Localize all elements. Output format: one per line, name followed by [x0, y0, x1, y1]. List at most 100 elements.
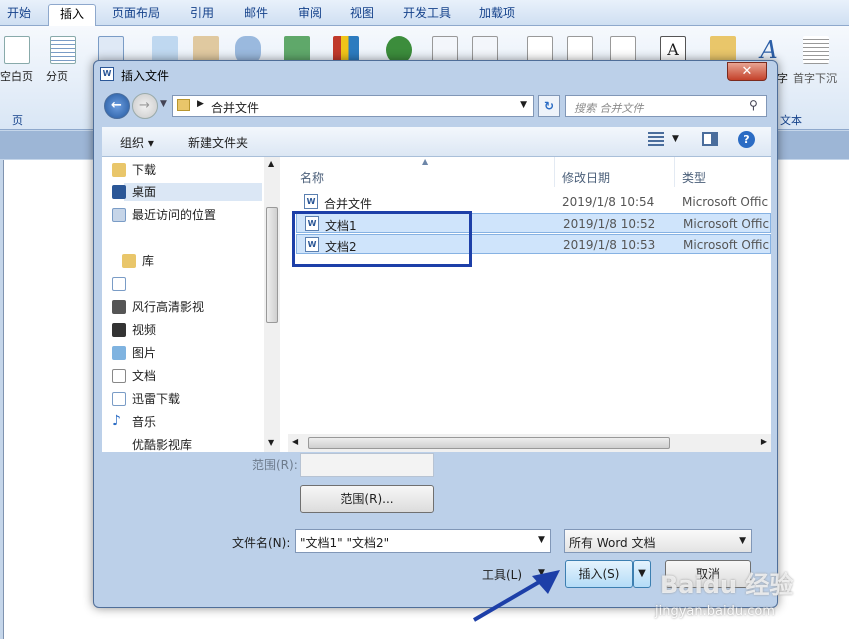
help-icon[interactable]: ? — [738, 131, 755, 148]
nav-item-recent[interactable]: 最近访问的位置 — [112, 206, 217, 224]
navigation-pane: 下载 桌面 最近访问的位置 库 风行高清影视 视频 图片 文档 迅雷下载 ♪ 音乐… — [102, 157, 280, 452]
nav-label: 风行高清影视 — [132, 300, 205, 314]
scroll-right-icon[interactable]: ▶ — [761, 437, 767, 446]
nav-item-fengxing[interactable]: 风行高清影视 — [112, 298, 205, 316]
nav-label: 库 — [142, 254, 155, 268]
range-button[interactable]: 范围(R)... — [300, 485, 434, 513]
column-header-type[interactable]: 类型 — [682, 169, 706, 186]
file-date: 2019/1/8 10:52 — [563, 217, 656, 231]
nav-item-videos[interactable]: 视频 — [112, 321, 157, 339]
search-icon: ⚲ — [749, 98, 758, 112]
chevron-down-icon: ▼ — [638, 568, 646, 579]
new-folder-button[interactable]: 新建文件夹 — [188, 134, 248, 151]
folder-icon — [177, 99, 190, 111]
nav-item-desktop[interactable]: 桌面 — [112, 183, 262, 201]
organize-button[interactable]: 组织 ▾ — [120, 134, 154, 151]
tab-view[interactable]: 视图 — [340, 4, 384, 26]
breadcrumb-chevron-icon[interactable]: ▶ — [197, 99, 204, 109]
filetype-select[interactable]: 所有 Word 文档 ▼ — [564, 529, 752, 553]
file-date: 2019/1/8 10:53 — [563, 238, 656, 252]
pointer-arrow-icon — [472, 570, 560, 622]
refresh-button[interactable]: ↻ — [538, 95, 560, 117]
dialog-toolbar: 组织 ▾ 新建文件夹 ▼ ? — [102, 127, 771, 157]
wordart-label[interactable]: 字 — [777, 70, 788, 86]
nav-label: 视频 — [132, 323, 157, 337]
tab-addins[interactable]: 加载项 — [470, 4, 524, 26]
column-header-date[interactable]: 修改日期 — [562, 169, 610, 186]
nav-item-downloads[interactable]: 下载 — [112, 161, 156, 179]
library-icon — [122, 254, 136, 268]
file-row[interactable]: W 合并文件 2019/1/8 10:54 Microsoft Offic — [296, 192, 771, 212]
nav-item-documents[interactable]: 文档 — [112, 367, 157, 385]
filetype-dropdown-icon: ▼ — [739, 536, 746, 546]
word-document-icon: W — [304, 194, 318, 209]
scroll-down-icon[interactable]: ▼ — [268, 438, 274, 447]
dropcap-icon[interactable] — [803, 36, 829, 64]
filename-input[interactable]: "文档1" "文档2" — [295, 529, 551, 553]
view-options-icon[interactable] — [648, 132, 664, 146]
breadcrumb-current[interactable]: 合并文件 — [211, 99, 259, 116]
ribbon-tab-bar: 开始 插入 页面布局 引用 邮件 审阅 视图 开发工具 加载项 — [0, 0, 849, 26]
dialog-title: 插入文件 — [121, 69, 170, 83]
arrow-right-icon: → — [139, 98, 150, 113]
insert-file-dialog: W 插入文件 ✕ ← → ▼ ▶ 合并文件 ▼ ↻ 搜索 合并文件 ⚲ 组织 ▾… — [93, 60, 778, 608]
group-text-label: 文本 — [780, 114, 802, 127]
tab-references[interactable]: 引用 — [180, 4, 224, 26]
close-button[interactable]: ✕ — [727, 62, 767, 81]
nav-label: 桌面 — [132, 185, 157, 199]
filename-dropdown-icon[interactable]: ▼ — [538, 535, 545, 545]
picture-icon — [112, 346, 126, 360]
forward-button[interactable]: → — [132, 93, 158, 119]
nav-scroll-thumb[interactable] — [266, 207, 278, 323]
filetype-value: 所有 Word 文档 — [569, 536, 656, 550]
tab-page-layout[interactable]: 页面布局 — [103, 4, 169, 26]
column-header-name[interactable]: 名称 — [300, 169, 324, 186]
watermark-brand: Baidu 经验 — [660, 571, 794, 599]
file-type: Microsoft Offic — [683, 238, 770, 252]
insert-button[interactable]: 插入(S) — [565, 560, 633, 588]
range-label: 范围(R): — [252, 458, 298, 472]
arrow-left-icon: ← — [111, 98, 122, 113]
address-bar[interactable]: ▶ 合并文件 ▼ — [172, 95, 534, 117]
insert-options-dropdown[interactable]: ▼ — [633, 560, 651, 588]
nav-item-music[interactable]: ♪ 音乐 — [112, 413, 156, 431]
preview-pane-icon[interactable] — [702, 132, 718, 146]
dropcap-button[interactable]: 首字下沉 — [793, 70, 837, 86]
nav-item-pictures[interactable]: 图片 — [112, 344, 156, 362]
file-list-hscrollbar[interactable]: ◀ ▶ — [288, 434, 771, 452]
nav-label: 文档 — [132, 369, 157, 383]
tab-mailings[interactable]: 邮件 — [234, 4, 278, 26]
download-folder-icon — [112, 163, 126, 177]
nav-item-youku[interactable]: 优酷影视库 — [132, 436, 192, 452]
watermark-url: jingyan.baidu.com — [655, 604, 775, 619]
recent-pages-chevron-icon[interactable]: ▼ — [160, 99, 167, 109]
nav-item-xunlei[interactable]: 迅雷下载 — [112, 390, 180, 408]
group-pages-label: 页 — [12, 114, 23, 127]
file-list: 名称 ▲ 修改日期 类型 W 合并文件 2019/1/8 10:54 Micro… — [288, 157, 771, 452]
address-dropdown-icon[interactable]: ▼ — [520, 100, 527, 110]
file-list-scroll-thumb[interactable] — [308, 437, 670, 449]
file-name: 合并文件 — [324, 197, 373, 211]
nav-label: 优酷影视库 — [132, 438, 193, 452]
video-icon — [112, 323, 126, 337]
sort-ascending-icon: ▲ — [422, 157, 429, 166]
scroll-left-icon[interactable]: ◀ — [292, 437, 298, 446]
tab-review[interactable]: 审阅 — [288, 4, 332, 26]
file-date: 2019/1/8 10:54 — [562, 195, 655, 209]
filename-label: 文件名(N): — [232, 536, 291, 550]
nav-label: 最近访问的位置 — [132, 208, 217, 222]
back-button[interactable]: ← — [104, 93, 130, 119]
tab-home[interactable]: 开始 — [0, 4, 38, 26]
nav-scrollbar[interactable]: ▲ ▼ — [264, 157, 280, 452]
view-dropdown-icon[interactable]: ▼ — [672, 134, 679, 144]
column-divider — [554, 157, 555, 187]
music-icon: ♪ — [112, 413, 121, 429]
tab-insert[interactable]: 插入 — [48, 4, 96, 26]
tab-developer[interactable]: 开发工具 — [394, 4, 460, 26]
scroll-up-icon[interactable]: ▲ — [268, 159, 274, 168]
nav-item-libraries[interactable]: 库 — [122, 252, 155, 270]
page-break-button[interactable]: 分页 — [46, 68, 68, 84]
blank-page-button[interactable]: 空白页 — [0, 68, 33, 84]
search-input[interactable]: 搜索 合并文件 — [565, 95, 767, 117]
library-item-icon — [112, 277, 126, 291]
